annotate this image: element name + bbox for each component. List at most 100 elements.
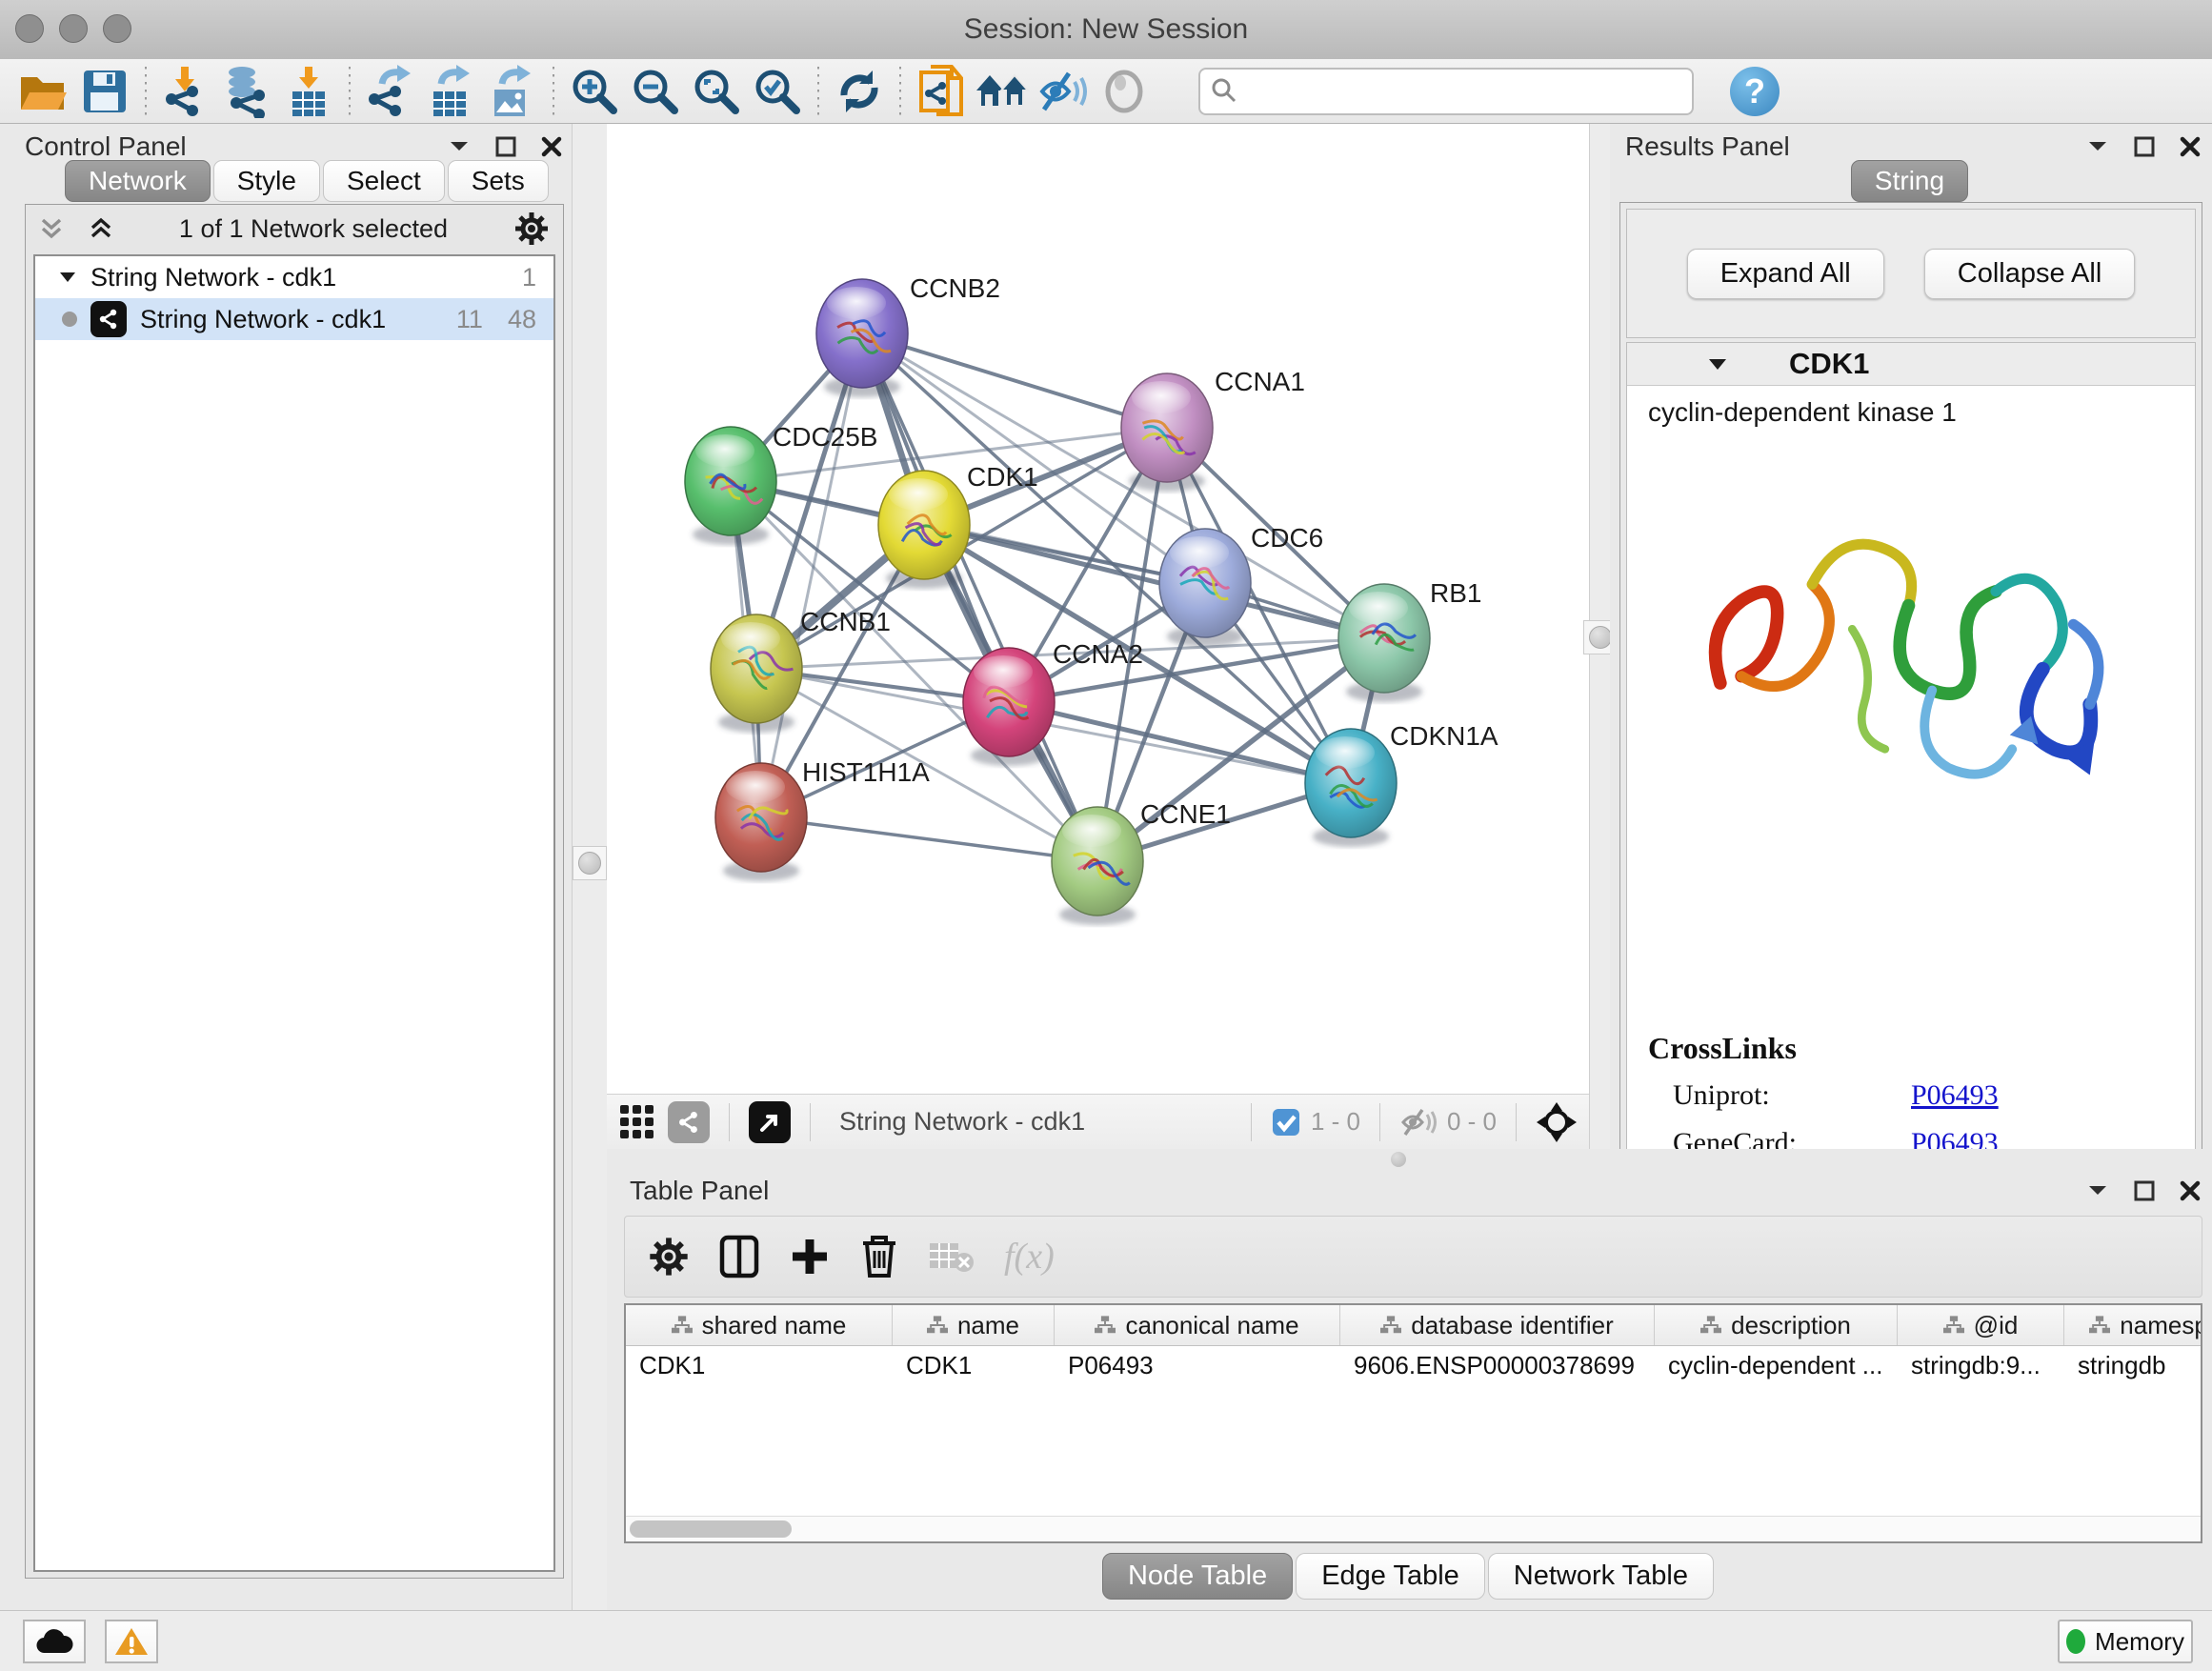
import-table-button[interactable]	[278, 63, 339, 120]
birds-eye-view-button[interactable]	[1536, 1101, 1578, 1143]
memory-button[interactable]: Memory	[2058, 1620, 2193, 1663]
copy-network-button[interactable]	[911, 63, 972, 120]
export-image-button[interactable]	[482, 63, 543, 120]
open-session-button[interactable]	[13, 63, 74, 120]
table-hscrollbar[interactable]	[626, 1516, 2201, 1541]
crosslink-link[interactable]: P06493	[1911, 1079, 1999, 1112]
show-columns-icon[interactable]	[718, 1234, 760, 1279]
collapse-panel-icon[interactable]	[2086, 1183, 2109, 1198]
network-node-CCNA1[interactable]	[1121, 373, 1213, 492]
table-cell[interactable]: CDK1	[893, 1346, 1055, 1386]
collapse-all-icon[interactable]	[39, 216, 64, 241]
network-node-CCNE1[interactable]	[1052, 807, 1143, 925]
network-view[interactable]: CCNB2CCNA1CDC25BCDK1CDC6RB1CCNB1CCNA2CDK…	[607, 124, 1589, 1094]
zoom-fit-button[interactable]	[686, 63, 747, 120]
network-selection-summary: 1 of 1 Network selected	[138, 214, 489, 244]
column-header-namespace[interactable]: namespace	[2064, 1305, 2202, 1345]
detach-view-button[interactable]	[749, 1101, 791, 1143]
network-list: String Network - cdk1 1 String Network -…	[33, 254, 555, 1572]
network-node-CDKN1A[interactable]	[1305, 729, 1397, 847]
string-results-pane: Expand All Collapse All CDK1 cyclin-depe…	[1619, 202, 2202, 1204]
expand-all-icon[interactable]	[89, 216, 113, 241]
table-cell[interactable]: CDK1	[626, 1346, 893, 1386]
float-panel-icon[interactable]	[495, 136, 516, 157]
save-session-button[interactable]	[74, 63, 135, 120]
search-input[interactable]	[1198, 68, 1694, 115]
horizontal-splitter[interactable]	[607, 1149, 2212, 1170]
table-row[interactable]: CDK1CDK1P064939606.ENSP00000378699cyclin…	[626, 1346, 2201, 1386]
gear-icon[interactable]	[513, 211, 550, 247]
export-table-button[interactable]	[421, 63, 482, 120]
column-header-@id[interactable]: @id	[1898, 1305, 2064, 1345]
delete-column-icon[interactable]	[859, 1234, 899, 1279]
help-button[interactable]: ?	[1730, 67, 1780, 116]
column-header-name[interactable]: name	[893, 1305, 1055, 1345]
network-node-RB1[interactable]	[1338, 584, 1430, 702]
network-edge-CCNB2-CCNA1[interactable]	[862, 333, 1167, 428]
table-hscrollbar-thumb[interactable]	[630, 1520, 792, 1538]
table-gear-icon[interactable]	[648, 1236, 690, 1278]
expand-all-button[interactable]: Expand All	[1687, 249, 1884, 299]
network-edge-HIST1H1A-CCNE1[interactable]	[761, 817, 1097, 861]
node-gloss	[1062, 815, 1121, 847]
network-node-CCNB2[interactable]	[816, 279, 908, 397]
network-node-CCNB1[interactable]	[711, 614, 802, 733]
tab-select[interactable]: Select	[323, 160, 445, 202]
export-network-button[interactable]	[360, 63, 421, 120]
float-panel-icon[interactable]	[2134, 136, 2155, 157]
network-svg: CCNB2CCNA1CDC25BCDK1CDC6RB1CCNB1CCNA2CDK…	[607, 124, 1589, 1094]
node-label-CDC6: CDC6	[1251, 523, 1323, 553]
column-header-database-identifier[interactable]: database identifier	[1340, 1305, 1655, 1345]
close-panel-icon[interactable]	[2180, 136, 2201, 157]
zoom-in-button[interactable]	[564, 63, 625, 120]
network-node-CDC25B[interactable]	[685, 427, 776, 545]
tab-network[interactable]: Network	[65, 160, 211, 202]
close-panel-icon[interactable]	[541, 136, 562, 157]
grid-view-button[interactable]	[618, 1103, 656, 1141]
tab-edge-table[interactable]: Edge Table	[1296, 1553, 1485, 1600]
collapse-panel-icon[interactable]	[448, 139, 471, 154]
node-gloss	[1316, 736, 1375, 769]
left-splitter-handle[interactable]	[573, 846, 607, 880]
add-column-icon[interactable]	[789, 1236, 831, 1278]
network-row[interactable]: String Network - cdk1 11 48	[35, 298, 553, 340]
tree-expand-icon[interactable]	[58, 271, 77, 284]
zoom-selected-button[interactable]	[747, 63, 808, 120]
help-question-label: ?	[1744, 71, 1765, 111]
selected-checkbox-icon[interactable]	[1271, 1107, 1301, 1137]
table-cell[interactable]: 9606.ENSP00000378699	[1340, 1346, 1655, 1386]
hidden-eye-slash-icon[interactable]	[1399, 1106, 1438, 1138]
float-panel-icon[interactable]	[2134, 1180, 2155, 1201]
horizontal-splitter-handle[interactable]	[1391, 1152, 1406, 1167]
apply-layout-button[interactable]	[829, 63, 890, 120]
eye-disabled-button[interactable]	[1094, 63, 1155, 120]
collapse-all-button[interactable]: Collapse All	[1924, 249, 2136, 299]
cloud-status-button[interactable]	[23, 1620, 86, 1663]
tab-node-table[interactable]: Node Table	[1102, 1553, 1293, 1600]
tab-sets[interactable]: Sets	[448, 160, 549, 202]
tab-style[interactable]: Style	[213, 160, 320, 202]
gray-eye-icon	[1100, 68, 1148, 115]
table-cell[interactable]: P06493	[1055, 1346, 1340, 1386]
column-header-canonical-name[interactable]: canonical name	[1055, 1305, 1340, 1345]
tab-network-table[interactable]: Network Table	[1488, 1553, 1714, 1600]
network-collection-row[interactable]: String Network - cdk1 1	[35, 256, 553, 298]
close-panel-icon[interactable]	[2180, 1180, 2201, 1201]
import-network-button[interactable]	[156, 63, 217, 120]
homes-button[interactable]	[972, 63, 1033, 120]
network-node-HIST1H1A[interactable]	[715, 763, 807, 881]
table-cell[interactable]: stringdb	[2064, 1346, 2202, 1386]
share-view-button[interactable]	[668, 1101, 710, 1143]
column-header-shared-name[interactable]: shared name	[626, 1305, 893, 1345]
import-network-from-database-button[interactable]	[217, 63, 278, 120]
warning-status-button[interactable]	[105, 1620, 158, 1663]
hide-unhide-button[interactable]	[1033, 63, 1094, 120]
gene-collapse-icon[interactable]	[1707, 357, 1728, 372]
collapse-panel-icon[interactable]	[2086, 139, 2109, 154]
table-cell[interactable]: cyclin-dependent ...	[1655, 1346, 1898, 1386]
zoom-out-button[interactable]	[625, 63, 686, 120]
tab-string[interactable]: String	[1851, 160, 1968, 202]
gene-card-header[interactable]: CDK1	[1627, 343, 2195, 386]
column-header-description[interactable]: description	[1655, 1305, 1898, 1345]
table-cell[interactable]: stringdb:9...	[1898, 1346, 2064, 1386]
